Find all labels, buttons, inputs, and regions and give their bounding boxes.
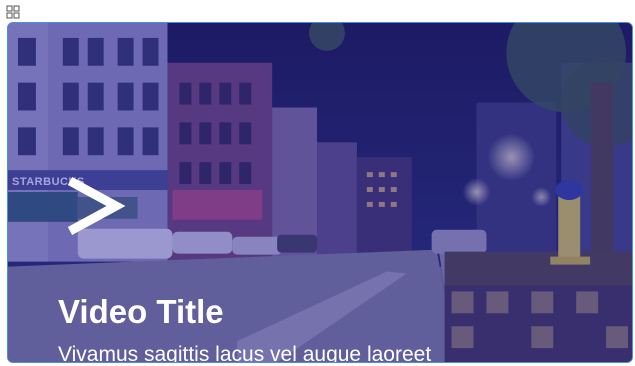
grid-move-icon[interactable] <box>6 5 20 19</box>
video-description: Vivamus sagittis lacus vel augue laoreet <box>58 343 432 363</box>
video-card[interactable]: STARBUCKS Video Title Vivamus sagittis l… <box>7 22 633 363</box>
chevron-right-icon[interactable] <box>62 175 126 237</box>
video-title: Video Title <box>58 293 224 330</box>
